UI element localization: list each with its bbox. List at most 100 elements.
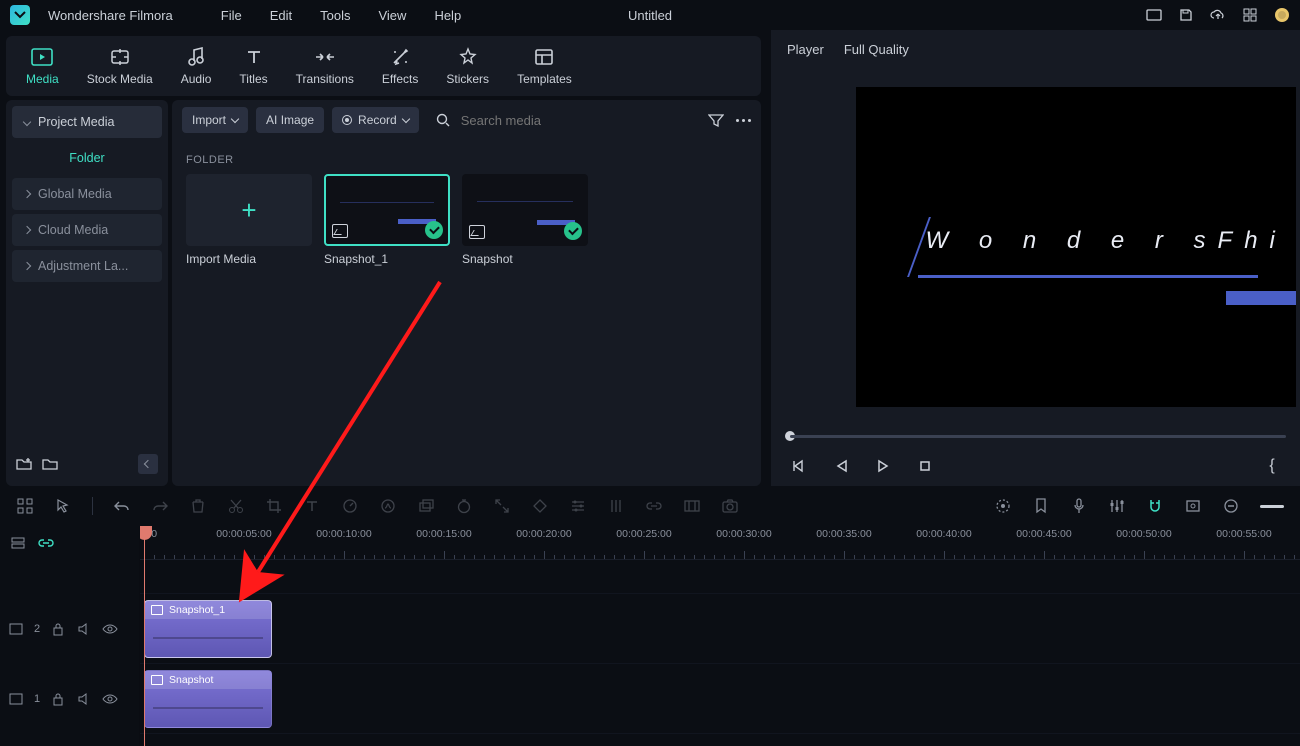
ribbon-transitions[interactable]: Transitions (296, 46, 354, 86)
player-preview[interactable]: W o n d e r sFhi la or rea F i l m o (856, 87, 1296, 407)
color-icon[interactable] (379, 497, 397, 515)
preview-title-text: W o n d e r sFhi la or rea F i l m o (926, 227, 1296, 255)
clip-snapshot-1[interactable]: Snapshot_1 (144, 600, 272, 658)
group-icon[interactable] (683, 497, 701, 515)
sidebar-project-media[interactable]: Project Media (12, 106, 162, 138)
menu-help[interactable]: Help (434, 8, 461, 23)
search-input[interactable] (459, 112, 699, 129)
adjust-icon[interactable] (569, 497, 587, 515)
import-media-tile[interactable]: + Import Media (186, 174, 312, 266)
ribbon-titles[interactable]: Titles (239, 46, 267, 86)
keyframe-icon[interactable] (531, 497, 549, 515)
play-backward-button[interactable] (833, 458, 849, 474)
ribbon-media-label: Media (26, 72, 59, 86)
collapse-sidebar-button[interactable] (138, 454, 158, 474)
timeline-tracks[interactable]: Snapshot_1 Snapshot (140, 560, 1300, 734)
save-icon[interactable] (1178, 7, 1194, 23)
render-icon[interactable] (994, 497, 1012, 515)
overlay-icon[interactable] (417, 497, 435, 515)
eye-icon[interactable] (102, 621, 118, 637)
sliders-icon[interactable] (607, 497, 625, 515)
player-scrubber[interactable] (771, 426, 1300, 446)
settings-brace-icon[interactable]: { (1264, 458, 1280, 474)
menu-bar: File Edit Tools View Help (221, 8, 461, 23)
link-tracks-icon[interactable] (38, 536, 54, 550)
stack-icon[interactable] (10, 536, 26, 550)
prev-frame-button[interactable] (791, 458, 807, 474)
import-button[interactable]: Import (182, 107, 248, 133)
more-icon[interactable] (736, 119, 751, 122)
ruler-label: 00:00:40:00 (916, 528, 971, 540)
speed-icon[interactable] (341, 497, 359, 515)
crop-icon[interactable] (265, 497, 283, 515)
lock-icon[interactable] (50, 621, 66, 637)
media-tile-snapshot-1[interactable]: Snapshot_1 (324, 174, 450, 266)
sidebar-cloud-media[interactable]: Cloud Media (12, 214, 162, 246)
effects-icon (389, 46, 411, 68)
ribbon-stock[interactable]: Stock Media (87, 46, 153, 86)
sidebar-global-media[interactable]: Global Media (12, 178, 162, 210)
undo-icon[interactable] (113, 497, 131, 515)
import-label: Import (192, 113, 226, 127)
apps-icon[interactable] (1242, 7, 1258, 23)
ribbon-stickers[interactable]: Stickers (446, 46, 489, 86)
play-button[interactable] (875, 458, 891, 474)
mute-icon[interactable] (76, 691, 92, 707)
delete-icon[interactable] (189, 497, 207, 515)
layout-icon[interactable] (1146, 7, 1162, 23)
ribbon-effects[interactable]: Effects (382, 46, 418, 86)
quality-selector[interactable]: Full Quality (844, 42, 935, 57)
text-icon[interactable] (303, 497, 321, 515)
ribbon-templates[interactable]: Templates (517, 46, 572, 86)
menu-tools[interactable]: Tools (320, 8, 350, 23)
playhead[interactable] (144, 526, 145, 746)
check-badge-icon (425, 221, 443, 239)
mute-icon[interactable] (76, 621, 92, 637)
clip-snapshot[interactable]: Snapshot (144, 670, 272, 728)
cursor-icon[interactable] (54, 497, 72, 515)
zoom-slider[interactable] (1260, 505, 1284, 508)
ai-image-button[interactable]: AI Image (256, 107, 324, 133)
media-search (427, 112, 700, 129)
grid-icon[interactable] (16, 497, 34, 515)
expand-icon[interactable] (493, 497, 511, 515)
ribbon-titles-label: Titles (239, 72, 267, 86)
zoom-out-icon[interactable] (1222, 497, 1240, 515)
track-row-2[interactable]: Snapshot_1 (140, 594, 1300, 664)
timeline: 2 1 00:0000:00:05:0000:00:10:0000:00:15:… (0, 486, 1300, 746)
timeline-ruler[interactable]: 00:0000:00:05:0000:00:10:0000:00:15:0000… (140, 526, 1300, 560)
track-head-1[interactable]: 1 (0, 664, 139, 734)
sidebar-folder[interactable]: Folder (12, 142, 162, 174)
filter-icon[interactable] (708, 112, 724, 128)
track-row-1[interactable]: Snapshot (140, 664, 1300, 734)
new-folder-icon[interactable] (16, 456, 32, 472)
track-head-2[interactable]: 2 (0, 594, 139, 664)
menu-view[interactable]: View (378, 8, 406, 23)
ribbon-audio[interactable]: Audio (181, 46, 212, 86)
sidebar-folder-label: Folder (69, 151, 104, 165)
mixer-icon[interactable] (1108, 497, 1126, 515)
ribbon-media[interactable]: Media (26, 46, 59, 86)
image-badge-icon (469, 225, 485, 239)
folder-icon[interactable] (42, 456, 58, 472)
record-button[interactable]: Record (332, 107, 419, 133)
stopwatch-icon[interactable] (455, 497, 473, 515)
voiceover-icon[interactable] (1070, 497, 1088, 515)
user-avatar-icon[interactable] (1274, 7, 1290, 23)
marker-icon[interactable] (1032, 497, 1050, 515)
redo-icon[interactable] (151, 497, 169, 515)
cloud-upload-icon[interactable] (1210, 7, 1226, 23)
menu-file[interactable]: File (221, 8, 242, 23)
sidebar-adjustment-layer[interactable]: Adjustment La... (12, 250, 162, 282)
link-icon[interactable] (645, 497, 663, 515)
menu-edit[interactable]: Edit (270, 8, 292, 23)
magnet-icon[interactable] (1146, 497, 1164, 515)
snapshot-icon[interactable] (721, 497, 739, 515)
lock-icon[interactable] (50, 691, 66, 707)
ribbon-audio-label: Audio (181, 72, 212, 86)
split-icon[interactable] (227, 497, 245, 515)
eye-icon[interactable] (102, 691, 118, 707)
media-tile-snapshot[interactable]: Snapshot (462, 174, 588, 266)
fit-icon[interactable] (1184, 497, 1202, 515)
stop-button[interactable] (917, 458, 933, 474)
